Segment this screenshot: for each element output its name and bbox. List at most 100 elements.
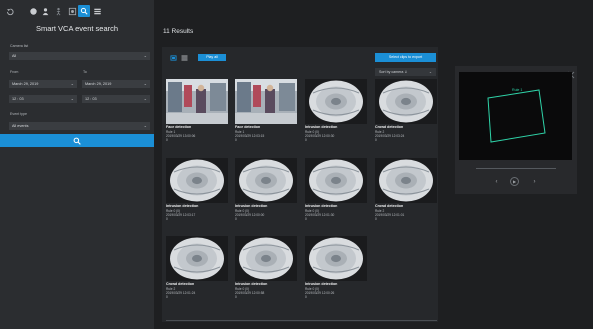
result-thumbnail[interactable] xyxy=(235,236,297,281)
motion-icon[interactable] xyxy=(53,6,64,17)
chevron-down-icon: ⌄ xyxy=(428,70,432,74)
result-thumbnail[interactable] xyxy=(305,158,367,203)
result-thumbnail[interactable] xyxy=(375,158,437,203)
result-thumbnail[interactable] xyxy=(166,158,228,203)
result-time: 2019/03/29 12:03:17 xyxy=(166,213,196,217)
chevron-down-icon: ⌄ xyxy=(143,81,147,86)
result-id: 0 xyxy=(375,217,377,221)
result-event-type: Intrusion detection xyxy=(235,282,268,286)
to-time-value: 12 : 03 xyxy=(85,97,97,101)
search-tab-icon[interactable] xyxy=(78,5,90,17)
preview-video[interactable]: Rule 1 xyxy=(459,72,572,160)
from-date-value: March 29, 2019 xyxy=(12,82,39,86)
result-event-type: Intrusion detection xyxy=(305,282,338,286)
result-time: 2019/03/29 12:03:15 xyxy=(235,134,265,138)
rule-label: Rule 1 xyxy=(512,88,522,92)
next-icon[interactable]: › xyxy=(530,177,539,186)
sort-select[interactable]: Sort by camera ⇓ ⌄ xyxy=(375,68,436,76)
result-card[interactable]: Crowd detection Rule 2 2019/03/29 12:01:24… xyxy=(166,236,228,306)
result-card[interactable]: Intrusion detection Rule 0 (0) 2019/03/29 … xyxy=(305,79,367,149)
result-time: 2019/03/29 12:00:00 xyxy=(235,213,265,217)
chevron-down-icon: ⌄ xyxy=(143,123,147,128)
search-button[interactable] xyxy=(0,134,154,147)
result-card[interactable]: Intrusion detection Rule 0 (0) 2019/03/29 … xyxy=(305,158,367,228)
result-card[interactable]: Intrusion detection Rule 0 (0) 2019/03/29 … xyxy=(305,236,367,306)
result-card[interactable]: Crowd detection Rule 2 2019/03/29 12:01:01… xyxy=(375,158,437,228)
grid-view-icon[interactable] xyxy=(169,54,177,61)
search-icon xyxy=(73,137,81,145)
back-icon[interactable] xyxy=(4,6,15,17)
result-id: 0 xyxy=(235,295,237,299)
camera-select[interactable]: All ⌄ xyxy=(9,52,150,60)
sort-select-value: Sort by camera ⇓ xyxy=(379,70,408,74)
play-all-button[interactable]: Play all xyxy=(198,54,226,61)
chevron-down-icon: ⌄ xyxy=(70,96,74,101)
result-thumbnail[interactable] xyxy=(166,79,228,124)
result-card[interactable]: Crowd detection Rule 2 2019/03/29 12:03:24… xyxy=(375,79,437,149)
result-id: 0 xyxy=(166,295,168,299)
result-event-type: Face detection xyxy=(166,125,192,129)
chevron-down-icon: ⌄ xyxy=(143,96,147,101)
result-time: 2019/03/29 12:00:30 xyxy=(305,134,335,138)
result-time: 2019/03/29 12:00:26 xyxy=(305,291,335,295)
result-card[interactable]: Intrusion detection Rule 0 (0) 2019/03/29 … xyxy=(166,158,228,228)
result-id: 0 xyxy=(235,217,237,221)
result-id: 0 xyxy=(166,138,168,142)
event-type-label: Event type xyxy=(10,112,27,116)
result-thumbnail[interactable] xyxy=(235,158,297,203)
result-event-type: Intrusion detection xyxy=(305,204,338,208)
to-label: To xyxy=(83,70,87,74)
list-icon[interactable] xyxy=(92,6,103,17)
result-event-type: Intrusion detection xyxy=(305,125,338,129)
export-clips-button[interactable]: Select clips to export xyxy=(375,53,436,62)
person-icon[interactable] xyxy=(40,6,51,17)
result-time: 2019/03/29 12:01:30 xyxy=(305,213,335,217)
top-icon-bar xyxy=(0,0,154,22)
prev-icon[interactable]: ‹ xyxy=(492,177,501,186)
event-type-value: All events xyxy=(12,124,29,128)
to-time-select[interactable]: 12 : 03 ⌄ xyxy=(82,95,150,103)
result-thumbnail[interactable] xyxy=(305,79,367,124)
result-time: 2019/03/29 12:00:58 xyxy=(235,291,265,295)
chevron-down-icon: ⌄ xyxy=(70,81,74,86)
from-date-select[interactable]: March 29, 2019 ⌄ xyxy=(9,80,77,88)
preview-progress-bar[interactable] xyxy=(476,168,556,169)
result-time: 2019/03/29 12:03:24 xyxy=(375,134,405,138)
result-id: 0 xyxy=(166,217,168,221)
result-thumbnail[interactable] xyxy=(305,236,367,281)
result-thumbnail[interactable] xyxy=(235,79,297,124)
sidebar-title: Smart VCA event search xyxy=(35,24,119,33)
result-id: 0 xyxy=(305,295,307,299)
event-type-select[interactable]: All events ⌄ xyxy=(9,122,150,130)
result-card[interactable]: Intrusion detection Rule 0 (0) 2019/03/29 … xyxy=(235,158,297,228)
result-id: 0 xyxy=(305,138,307,142)
result-event-type: Crowd detection xyxy=(375,125,404,129)
result-time: 2019/03/29 12:01:01 xyxy=(375,213,405,217)
result-card[interactable]: Face detection Rule 1 2019/03/29 12:03:15 0 xyxy=(235,79,297,149)
result-card[interactable]: Intrusion detection Rule 0 (0) 2019/03/29 … xyxy=(235,236,297,306)
result-event-type: Face detection xyxy=(235,125,261,129)
to-date-value: March 29, 2019 xyxy=(85,82,112,86)
result-event-type: Intrusion detection xyxy=(166,204,199,208)
result-card[interactable]: Face detection Rule 1 2019/03/29 13:00:06 0 xyxy=(166,79,228,149)
grid-scroll-track[interactable] xyxy=(166,320,437,321)
result-time: 2019/03/29 13:00:06 xyxy=(166,134,196,138)
result-thumbnail[interactable] xyxy=(166,236,228,281)
result-thumbnail[interactable] xyxy=(375,79,437,124)
result-event-type: Crowd detection xyxy=(375,204,404,208)
filter-icon[interactable] xyxy=(67,6,78,17)
camera-icon[interactable] xyxy=(28,6,39,17)
to-date-select[interactable]: March 29, 2019 ⌄ xyxy=(82,80,150,88)
list-view-icon[interactable] xyxy=(180,54,188,61)
result-event-type: Intrusion detection xyxy=(235,204,268,208)
sidebar: Smart VCA event search Camera list All ⌄… xyxy=(0,0,154,329)
result-id: 0 xyxy=(305,217,307,221)
play-icon[interactable]: ▶ xyxy=(510,177,519,186)
from-label: From xyxy=(10,70,19,74)
camera-select-value: All xyxy=(12,54,17,58)
results-count-title: 11 Results xyxy=(163,28,194,35)
rule-region-polygon xyxy=(487,89,546,143)
from-time-select[interactable]: 12 : 03 ⌄ xyxy=(9,95,77,103)
result-time: 2019/03/29 12:01:24 xyxy=(166,291,196,295)
result-id: 0 xyxy=(375,138,377,142)
